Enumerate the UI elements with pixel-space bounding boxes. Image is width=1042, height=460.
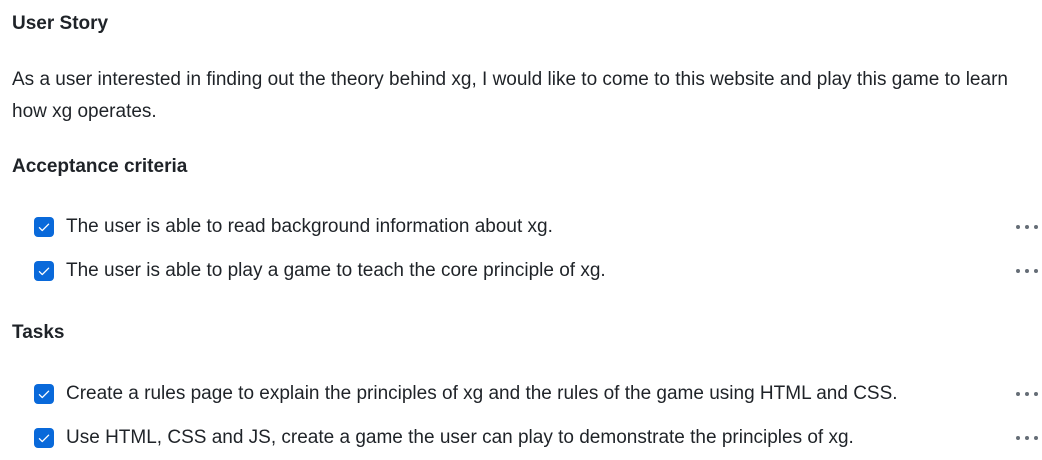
task-list-item: The user is able to play a game to teach…	[12, 249, 1042, 293]
task-item-label: The user is able to play a game to teach…	[66, 260, 606, 281]
task-list-item: Create a rules page to explain the princ…	[12, 372, 1042, 416]
check-icon	[38, 434, 50, 443]
item-menu-button[interactable]	[1012, 426, 1042, 450]
kebab-horizontal-icon	[1016, 225, 1038, 229]
acceptance-criteria-heading: Acceptance criteria	[12, 156, 188, 177]
item-menu-button[interactable]	[1012, 215, 1042, 239]
tasks-heading: Tasks	[12, 322, 65, 343]
task-item-label: Use HTML, CSS and JS, create a game the …	[66, 427, 854, 448]
check-icon	[38, 390, 50, 399]
task-item-label: Create a rules page to explain the princ…	[66, 383, 898, 404]
kebab-horizontal-icon	[1016, 269, 1038, 273]
item-menu-button[interactable]	[1012, 259, 1042, 283]
kebab-horizontal-icon	[1016, 436, 1038, 440]
checkbox[interactable]	[34, 428, 54, 448]
checkbox[interactable]	[34, 384, 54, 404]
check-icon	[38, 267, 50, 276]
item-menu-button[interactable]	[1012, 382, 1042, 406]
task-item-label: The user is able to read background info…	[66, 216, 553, 237]
task-list-item: The user is able to read background info…	[12, 205, 1042, 249]
tasks-list: Create a rules page to explain the princ…	[12, 372, 1042, 460]
check-icon	[38, 223, 50, 232]
user-story-heading: User Story	[12, 13, 109, 34]
checkbox[interactable]	[34, 217, 54, 237]
acceptance-criteria-list: The user is able to read background info…	[12, 205, 1042, 293]
user-story-text: As a user interested in finding out the …	[12, 69, 1008, 122]
checkbox[interactable]	[34, 261, 54, 281]
kebab-horizontal-icon	[1016, 392, 1038, 396]
task-list-item: Use HTML, CSS and JS, create a game the …	[12, 416, 1042, 460]
